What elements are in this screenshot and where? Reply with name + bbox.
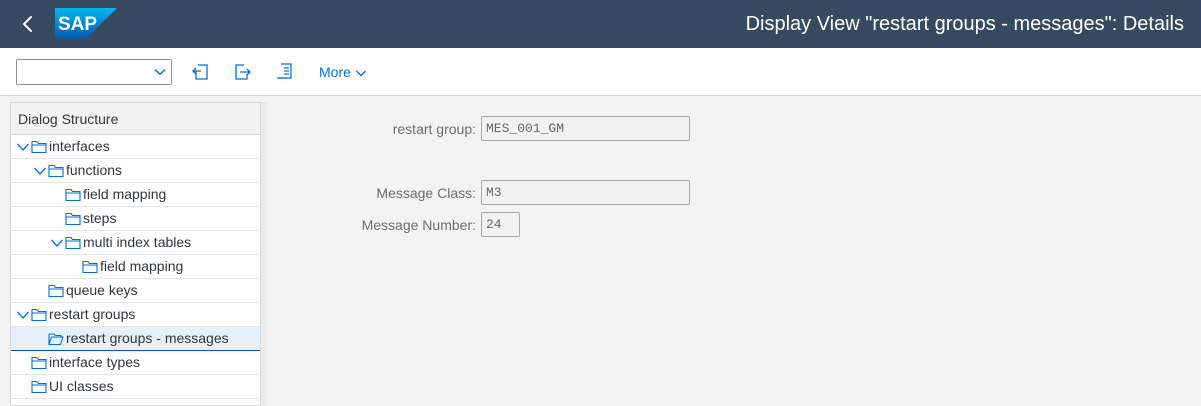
dialog-structure-tree: interfaces functions field mapping steps mul… bbox=[11, 135, 260, 399]
tree-item[interactable]: queue keys bbox=[11, 279, 260, 303]
folder-icon bbox=[31, 308, 47, 322]
folder-icon bbox=[48, 164, 64, 178]
tree-item-label: field mapping bbox=[100, 258, 184, 274]
export-button[interactable] bbox=[231, 61, 253, 83]
tree-item-label: multi index tables bbox=[83, 234, 192, 250]
dialog-structure-panel: Dialog Structure interfaces functions fiel… bbox=[10, 102, 261, 406]
toolbar: More bbox=[0, 48, 1201, 96]
chevron-down-icon[interactable] bbox=[50, 236, 64, 250]
restart-group-field[interactable]: MES_001_GM bbox=[481, 116, 690, 141]
tree-item[interactable]: field mapping bbox=[11, 255, 260, 279]
page-title: Display View "restart groups - messages"… bbox=[745, 13, 1184, 35]
tree-item-label: restart groups bbox=[49, 306, 136, 322]
view-select[interactable] bbox=[16, 59, 172, 85]
folder-icon bbox=[65, 236, 81, 250]
tree-item[interactable]: field mapping bbox=[11, 183, 260, 207]
panel-splitter[interactable] bbox=[261, 102, 267, 406]
message-class-label: Message Class: bbox=[376, 185, 476, 201]
folder-icon bbox=[48, 284, 64, 298]
tree-item[interactable]: interface types bbox=[11, 351, 260, 375]
tree-item[interactable]: functions bbox=[11, 159, 260, 183]
tree-item-label: functions bbox=[66, 162, 123, 178]
sap-logo-text: SAP bbox=[58, 14, 97, 35]
restart-group-label: restart group: bbox=[392, 121, 476, 137]
tree-item-label: restart groups - messages bbox=[66, 330, 229, 346]
chevron-down-icon bbox=[355, 70, 366, 77]
folder-icon bbox=[31, 380, 47, 394]
folder-icon bbox=[31, 140, 47, 154]
folder-icon bbox=[31, 356, 47, 370]
message-class-field[interactable]: M3 bbox=[481, 180, 690, 205]
shell-bar: SAP Display View "restart groups - messa… bbox=[0, 0, 1201, 48]
more-button[interactable]: More bbox=[319, 63, 367, 81]
message-number-label: Message Number: bbox=[361, 217, 476, 233]
first-entry-icon bbox=[192, 64, 208, 80]
chevron-down-icon bbox=[154, 68, 166, 76]
tree-item-label: queue keys bbox=[66, 282, 138, 298]
folder-icon bbox=[65, 212, 81, 226]
more-label: More bbox=[319, 64, 351, 80]
tree-item-label: UI classes bbox=[49, 378, 114, 394]
tree-item-label: field mapping bbox=[83, 186, 167, 202]
export-icon bbox=[235, 64, 251, 80]
tree-item-label: interface types bbox=[49, 354, 141, 370]
document-list-icon bbox=[277, 63, 292, 79]
back-arrow-icon bbox=[23, 16, 32, 32]
open-folder-icon bbox=[48, 333, 64, 346]
first-entry-button[interactable] bbox=[190, 61, 212, 83]
tree-item[interactable]: steps bbox=[11, 207, 260, 231]
tree-item-label: steps bbox=[83, 210, 117, 226]
tree-item[interactable]: UI classes bbox=[11, 375, 260, 399]
tree-item[interactable]: restart groups - messages bbox=[11, 327, 260, 351]
chevron-down-icon[interactable] bbox=[16, 140, 30, 154]
tree-item[interactable]: interfaces bbox=[11, 135, 260, 159]
tree-item[interactable]: restart groups bbox=[11, 303, 260, 327]
message-number-field[interactable]: 24 bbox=[481, 212, 520, 237]
tree-item-label: interfaces bbox=[49, 138, 110, 154]
sap-logo[interactable]: SAP bbox=[55, 8, 117, 38]
dialog-structure-header: Dialog Structure bbox=[11, 103, 260, 135]
tree-item[interactable]: multi index tables bbox=[11, 231, 260, 255]
document-list-button[interactable] bbox=[274, 61, 296, 83]
chevron-down-icon[interactable] bbox=[33, 164, 47, 178]
folder-icon bbox=[65, 188, 81, 202]
back-button[interactable] bbox=[16, 12, 40, 36]
chevron-down-icon[interactable] bbox=[16, 308, 30, 322]
folder-icon bbox=[82, 260, 98, 274]
